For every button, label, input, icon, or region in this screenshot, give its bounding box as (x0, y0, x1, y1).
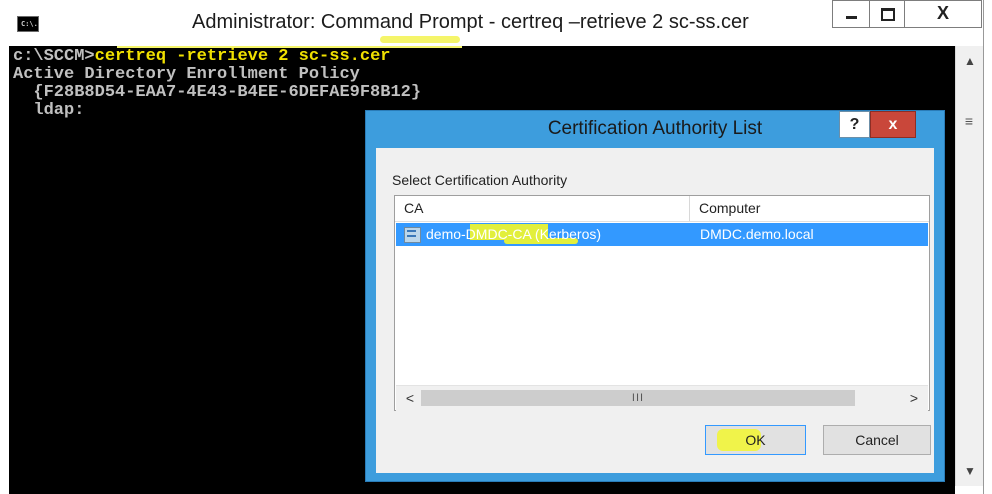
ok-button-label: OK (745, 432, 766, 448)
ca-list[interactable]: CA Computer demo-DMDC-CA (Kerberos) DMDC… (394, 195, 930, 411)
close-window-button[interactable]: X (904, 0, 982, 28)
console-command: certreq -retrieve 2 sc-ss.cer (94, 47, 391, 66)
console-prompt: c:\SCCM> (13, 47, 95, 66)
console-line: ldap: (13, 101, 85, 120)
dialog-close-button[interactable]: x (870, 111, 916, 138)
scroll-grip-icon: III (631, 392, 645, 404)
list-header: CA Computer (395, 196, 929, 222)
column-header-computer[interactable]: Computer (690, 196, 929, 221)
ok-button[interactable]: OK (705, 425, 806, 455)
app-icon-glyph: C:\. (21, 20, 38, 28)
certificate-authority-icon (404, 227, 421, 243)
window-title: Administrator: Command Prompt - certreq … (192, 11, 749, 33)
dialog-body: Select Certification Authority CA Comput… (376, 148, 934, 473)
cancel-button[interactable]: Cancel (823, 425, 931, 455)
console-line: {F28B8D54-EAA7-4E43-B4EE-6DEFAE9F8B12} (13, 83, 422, 102)
ca-list-dialog: Certification Authority List ? x Select … (365, 110, 945, 482)
computer-name: DMDC.demo.local (700, 226, 814, 242)
minimize-button[interactable] (832, 0, 870, 28)
highlighter-mark (380, 36, 460, 43)
window-titlebar: C:\. Administrator: Command Prompt - cer… (0, 0, 992, 46)
console-output: c:\SCCM>certreq -retrieve 2 sc-ss.cer Ac… (13, 48, 421, 120)
scroll-grip-icon[interactable]: ≡ (961, 114, 977, 128)
window-border (983, 0, 992, 494)
list-item[interactable]: demo-DMDC-CA (Kerberos) DMDC.demo.local (396, 223, 928, 246)
column-header-ca[interactable]: CA (395, 196, 690, 221)
close-icon: X (936, 3, 949, 23)
help-button[interactable]: ? (839, 111, 870, 138)
scroll-up-icon[interactable]: ▲ (958, 50, 982, 72)
scroll-left-icon[interactable]: < (401, 388, 419, 408)
list-horizontal-scrollbar[interactable]: < III > (396, 385, 928, 411)
scroll-thumb[interactable]: III (421, 390, 855, 406)
scroll-down-icon[interactable]: ▼ (958, 460, 982, 482)
ca-name: demo-DMDC-CA (Kerberos) (426, 226, 602, 242)
console-scrollbar[interactable]: ▲ ≡ ▼ (955, 46, 984, 486)
caption-buttons: X (832, 0, 982, 29)
console-line: Active Directory Enrollment Policy (13, 65, 360, 84)
command-prompt-icon[interactable]: C:\. (17, 16, 39, 32)
scroll-right-icon[interactable]: > (905, 388, 923, 408)
maximize-button[interactable] (869, 0, 905, 28)
select-ca-label: Select Certification Authority (392, 172, 568, 188)
